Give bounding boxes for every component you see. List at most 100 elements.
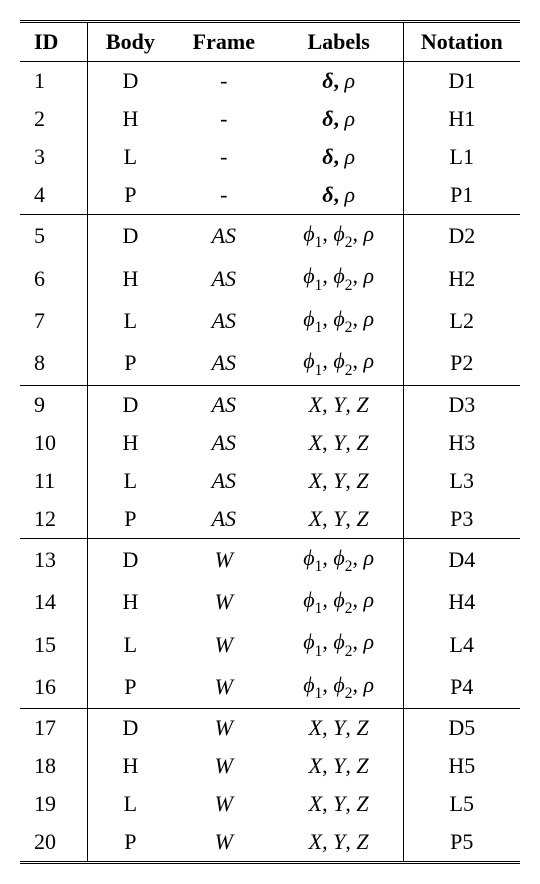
- cell-labels: X, Y, Z: [275, 424, 403, 462]
- cell-id: 17: [20, 709, 87, 748]
- table-row: 12PASX, Y, ZP3: [20, 500, 520, 539]
- cell-body: P: [87, 342, 173, 385]
- cell-body: L: [87, 300, 173, 342]
- cell-frame: AS: [173, 385, 275, 424]
- cell-notation: H1: [403, 100, 520, 138]
- cell-body: L: [87, 623, 173, 665]
- table-row: 13DWϕ1, ϕ2, ρD4: [20, 538, 520, 581]
- table-row: 16PWϕ1, ϕ2, ρP4: [20, 666, 520, 709]
- cell-labels: X, Y, Z: [275, 823, 403, 863]
- table-row: 5DASϕ1, ϕ2, ρD2: [20, 215, 520, 258]
- cell-frame: W: [173, 538, 275, 581]
- table-row: 9DASX, Y, ZD3: [20, 385, 520, 424]
- table-row: 4P-δ, ρP1: [20, 176, 520, 215]
- cell-frame: AS: [173, 342, 275, 385]
- table-row: 3L-δ, ρL1: [20, 138, 520, 176]
- cell-id: 19: [20, 785, 87, 823]
- header-labels: Labels: [275, 22, 403, 62]
- cell-id: 7: [20, 300, 87, 342]
- cell-body: P: [87, 500, 173, 539]
- table-row: 10HASX, Y, ZH3: [20, 424, 520, 462]
- cell-body: H: [87, 100, 173, 138]
- cell-labels: ϕ1, ϕ2, ρ: [275, 257, 403, 299]
- cell-id: 5: [20, 215, 87, 258]
- cell-labels: δ, ρ: [275, 138, 403, 176]
- cell-labels: ϕ1, ϕ2, ρ: [275, 666, 403, 709]
- cell-notation: H4: [403, 581, 520, 623]
- cell-id: 13: [20, 538, 87, 581]
- cell-frame: AS: [173, 424, 275, 462]
- cell-notation: D5: [403, 709, 520, 748]
- cell-notation: P4: [403, 666, 520, 709]
- cell-id: 16: [20, 666, 87, 709]
- cell-id: 20: [20, 823, 87, 863]
- cell-id: 6: [20, 257, 87, 299]
- cell-frame: -: [173, 138, 275, 176]
- cell-body: L: [87, 462, 173, 500]
- cell-frame: AS: [173, 500, 275, 539]
- cell-body: P: [87, 176, 173, 215]
- cell-frame: W: [173, 785, 275, 823]
- cell-labels: X, Y, Z: [275, 462, 403, 500]
- cell-frame: W: [173, 823, 275, 863]
- cell-frame: -: [173, 176, 275, 215]
- cell-labels: ϕ1, ϕ2, ρ: [275, 581, 403, 623]
- cell-body: D: [87, 709, 173, 748]
- table-row: 15LWϕ1, ϕ2, ρL4: [20, 623, 520, 665]
- cell-body: D: [87, 538, 173, 581]
- cell-body: D: [87, 215, 173, 258]
- cell-labels: ϕ1, ϕ2, ρ: [275, 623, 403, 665]
- table-row: 6HASϕ1, ϕ2, ρH2: [20, 257, 520, 299]
- cell-notation: P2: [403, 342, 520, 385]
- table-row: 8PASϕ1, ϕ2, ρP2: [20, 342, 520, 385]
- cell-frame: AS: [173, 462, 275, 500]
- cell-body: H: [87, 257, 173, 299]
- cell-body: H: [87, 747, 173, 785]
- table-row: 11LASX, Y, ZL3: [20, 462, 520, 500]
- cell-labels: δ, ρ: [275, 62, 403, 101]
- header-frame: Frame: [173, 22, 275, 62]
- table-row: 20PWX, Y, ZP5: [20, 823, 520, 863]
- cell-labels: X, Y, Z: [275, 385, 403, 424]
- cell-body: H: [87, 424, 173, 462]
- cell-notation: P1: [403, 176, 520, 215]
- cell-labels: ϕ1, ϕ2, ρ: [275, 342, 403, 385]
- cell-frame: W: [173, 666, 275, 709]
- table-row: 14HWϕ1, ϕ2, ρH4: [20, 581, 520, 623]
- cell-labels: X, Y, Z: [275, 709, 403, 748]
- cell-frame: AS: [173, 215, 275, 258]
- table-row: 2H-δ, ρH1: [20, 100, 520, 138]
- cell-id: 12: [20, 500, 87, 539]
- cell-labels: δ, ρ: [275, 176, 403, 215]
- cell-body: D: [87, 62, 173, 101]
- table-row: 7LASϕ1, ϕ2, ρL2: [20, 300, 520, 342]
- cell-notation: H2: [403, 257, 520, 299]
- cell-frame: AS: [173, 300, 275, 342]
- cell-labels: ϕ1, ϕ2, ρ: [275, 538, 403, 581]
- cell-labels: ϕ1, ϕ2, ρ: [275, 215, 403, 258]
- cell-id: 14: [20, 581, 87, 623]
- cell-labels: ϕ1, ϕ2, ρ: [275, 300, 403, 342]
- cell-notation: L2: [403, 300, 520, 342]
- header-notation: Notation: [403, 22, 520, 62]
- cell-notation: L5: [403, 785, 520, 823]
- cell-frame: -: [173, 62, 275, 101]
- cell-notation: D4: [403, 538, 520, 581]
- cell-notation: D3: [403, 385, 520, 424]
- notation-table: ID Body Frame Labels Notation 1D-δ, ρD12…: [20, 20, 520, 864]
- cell-id: 11: [20, 462, 87, 500]
- cell-notation: L4: [403, 623, 520, 665]
- cell-notation: P5: [403, 823, 520, 863]
- header-body: Body: [87, 22, 173, 62]
- cell-id: 1: [20, 62, 87, 101]
- cell-labels: X, Y, Z: [275, 747, 403, 785]
- cell-id: 4: [20, 176, 87, 215]
- cell-body: L: [87, 785, 173, 823]
- cell-frame: W: [173, 709, 275, 748]
- cell-notation: D1: [403, 62, 520, 101]
- cell-id: 15: [20, 623, 87, 665]
- cell-body: H: [87, 581, 173, 623]
- cell-id: 2: [20, 100, 87, 138]
- cell-id: 3: [20, 138, 87, 176]
- cell-body: P: [87, 823, 173, 863]
